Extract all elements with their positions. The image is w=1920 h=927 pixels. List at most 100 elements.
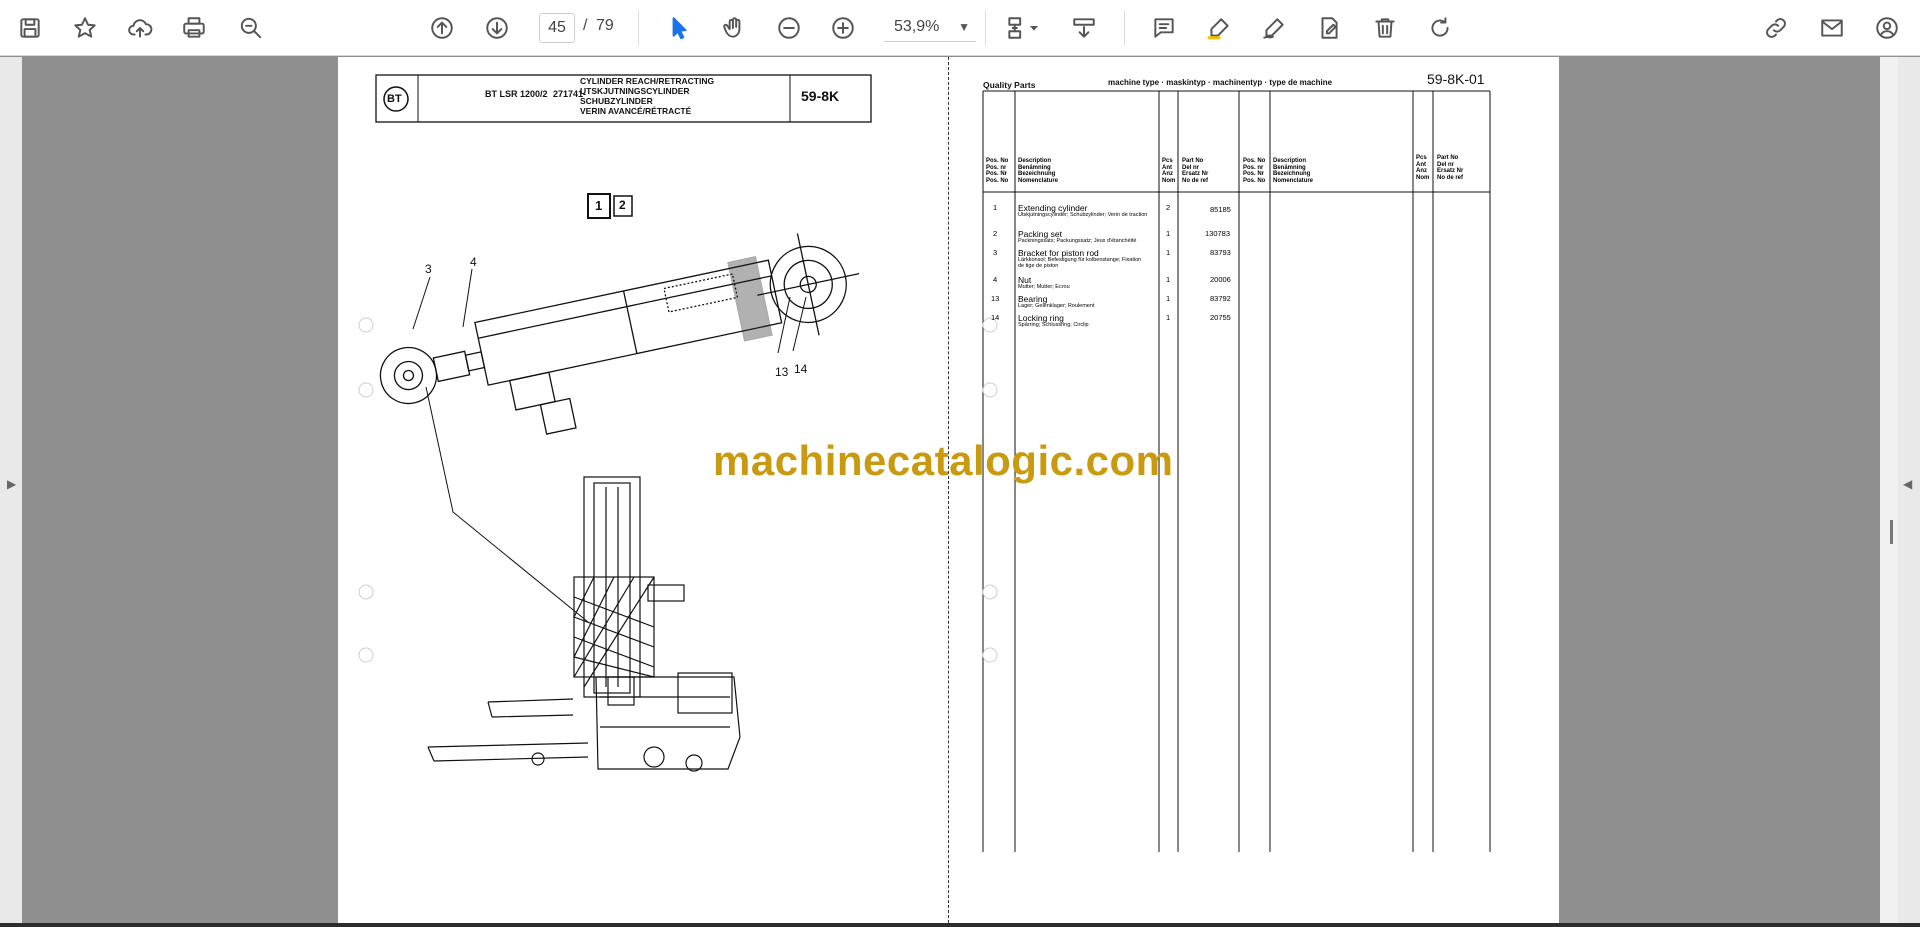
zoom-in-icon[interactable] [825, 10, 861, 46]
bt-logo: BT [387, 93, 402, 105]
row-pos: 2 [993, 229, 998, 238]
row-pos: 1 [993, 203, 998, 212]
email-icon[interactable] [1814, 10, 1850, 46]
row-qty: 1 [1166, 248, 1171, 257]
row-sub: Lager; Gelenklager; Roulement [1018, 303, 1095, 309]
header-part-2nd: Part No Del nr Ersatz Nr No de ref [1437, 155, 1463, 181]
header-pos: Pos. No Pos. nr Pos. Nr Pos. No [986, 158, 1008, 184]
select-cursor-icon[interactable] [661, 10, 697, 46]
page-total: 79 [596, 17, 614, 34]
document-page-left: BT BT LSR 1200/2 271741- CYLINDER REACH/… [338, 57, 950, 923]
row-part: 130783 [1205, 229, 1231, 238]
callout-3: 3 [425, 262, 432, 276]
header-pos-2nd-0: Pos. No [1243, 158, 1266, 164]
callout-14: 14 [794, 362, 808, 376]
machine-type-label: machine type · maskintyp · machinentyp ·… [1108, 78, 1333, 87]
find-icon[interactable] [233, 10, 269, 46]
row-sub: Packningssats; Packungssatz; Jeux d'étan… [1018, 238, 1137, 244]
print-icon[interactable] [176, 10, 212, 46]
page-number-input[interactable]: 45 [539, 13, 575, 43]
prev-page-icon[interactable] [424, 10, 460, 46]
share-link-icon[interactable] [1758, 10, 1794, 46]
zoom-select[interactable]: 53,9% ▼ [884, 13, 976, 42]
title-de: SCHUBZYLINDER [580, 96, 653, 106]
zoom-out-icon[interactable] [771, 10, 807, 46]
row-pos: 4 [993, 275, 998, 284]
row-pos: 14 [991, 313, 1000, 322]
row-sub: Spårring; Schlussring; Circlip [1018, 322, 1089, 328]
draw-icon[interactable] [1256, 10, 1292, 46]
header-desc-2: Bezeichnung [1018, 171, 1056, 177]
expand-left-icon[interactable]: ▶ [7, 477, 16, 491]
header-pos-3: Pos. No [986, 177, 1009, 184]
row-part: 83793 [1210, 248, 1231, 257]
right-panel-rail[interactable]: ◀ [1898, 57, 1920, 923]
callout-4: 4 [470, 255, 477, 269]
sheet-code: 59-8K-01 [1427, 71, 1485, 87]
header-desc-2nd-3: Nomenclature [1273, 177, 1314, 184]
page-divider [948, 57, 949, 923]
scroll-mode-icon[interactable] [1066, 10, 1102, 46]
header-qty-2nd: Pcs Ant Anz Nom [1416, 155, 1429, 181]
bottom-strip [0, 923, 1920, 927]
page-indicator-2: 2 [619, 198, 626, 212]
header-part-2nd-2: Ersatz Nr [1437, 168, 1464, 174]
expand-right-icon[interactable]: ◀ [1903, 477, 1912, 491]
title-fr: VERIN AVANCÉ/RÉTRACTÉ [580, 106, 692, 116]
header-part-3: No de ref [1182, 177, 1209, 184]
header-part-2nd-3: No de ref [1437, 174, 1464, 181]
quality-parts-label: Quality Parts [983, 80, 1036, 90]
account-icon[interactable] [1869, 10, 1905, 46]
header-pos-2: Pos. Nr [986, 171, 1008, 177]
toolbar: 45 / 79 53,9% ▼ [0, 0, 1920, 56]
header-qty-3: Nom [1162, 177, 1176, 184]
header-part-2: Ersatz Nr [1182, 171, 1209, 177]
callout-13: 13 [775, 365, 789, 379]
header-pos-0: Pos. No [986, 158, 1009, 164]
row-qty: 2 [1166, 203, 1171, 212]
zoom-value: 53,9% [894, 18, 940, 35]
page-separator: / [583, 17, 588, 34]
row-sub: Utskjutningscylinder; Schubzylinder; Ver… [1018, 212, 1148, 218]
watermark-text: machinecatalogic.com [713, 437, 1174, 484]
row-part: 85185 [1210, 205, 1231, 214]
header-desc-3: Nomenclature [1018, 177, 1059, 184]
document-page-right: Quality Parts machine type · maskintyp ·… [950, 57, 1559, 923]
section-code: 59-8K [801, 88, 840, 104]
bookmark-icon[interactable] [67, 10, 103, 46]
row-pos: 13 [991, 294, 1000, 303]
vertical-scrollbar[interactable] [1880, 57, 1898, 923]
upload-icon[interactable] [122, 10, 158, 46]
comment-icon[interactable] [1146, 10, 1182, 46]
next-page-icon[interactable] [479, 10, 515, 46]
header-pos-2nd-2: Pos. Nr [1243, 171, 1265, 177]
row-part: 20755 [1210, 313, 1231, 322]
header-pos-2nd: Pos. No Pos. nr Pos. Nr Pos. No [1243, 158, 1265, 184]
fill-sign-icon[interactable] [1311, 10, 1347, 46]
hand-icon[interactable] [716, 10, 752, 46]
row-part: 83792 [1210, 294, 1231, 303]
row-qty: 1 [1166, 313, 1171, 322]
header-qty: Pcs Ant Anz Nom [1162, 158, 1175, 184]
page-indicator-1: 1 [595, 198, 603, 213]
header-desc: Description Benämning Bezeichnung Nomenclat… [1018, 158, 1058, 184]
row-sub: Lärkkonsol; Befestigung für kolbenstange… [1018, 257, 1142, 269]
header-desc-2nd: Description Benämning Bezeichnung Nomenclat… [1273, 158, 1313, 184]
row-pos: 3 [993, 248, 998, 257]
delete-icon[interactable] [1367, 10, 1403, 46]
rotate-icon[interactable] [1422, 10, 1458, 46]
header-part: Part No Del nr Ersatz Nr No de ref [1182, 158, 1208, 184]
header-qty-2nd-3: Nom [1416, 174, 1430, 181]
chevron-down-icon: ▼ [958, 20, 970, 34]
left-panel-rail[interactable]: ▶ [0, 57, 22, 923]
row-qty: 1 [1166, 294, 1171, 303]
scroll-thumb[interactable] [1890, 520, 1893, 544]
row-part: 20006 [1210, 275, 1231, 284]
row-sub: Mutter; Mutter; Ecrou [1018, 284, 1070, 290]
row-qty: 1 [1166, 229, 1171, 238]
fit-dropdown-icon[interactable] [1026, 10, 1042, 46]
header-desc-2nd-2: Bezeichnung [1273, 171, 1311, 177]
model-label: BT LSR 1200/2 [485, 89, 548, 99]
highlight-icon[interactable] [1201, 10, 1237, 46]
save-icon[interactable] [12, 10, 48, 46]
